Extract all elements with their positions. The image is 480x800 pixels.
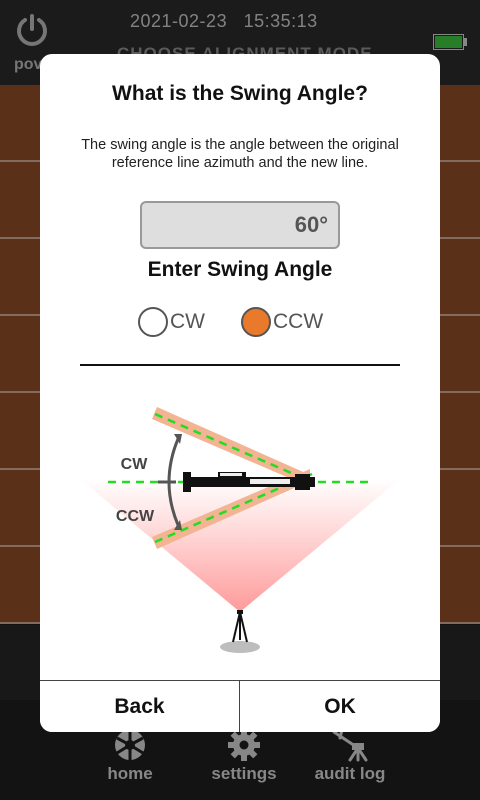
diagram-cw-label: CW	[121, 456, 149, 473]
radio-ccw-label: CCW	[273, 310, 324, 333]
dialog-description: The swing angle is the angle between the…	[81, 137, 399, 171]
dialog-title: What is the Swing Angle?	[112, 82, 368, 105]
dialog-button-row: Back OK	[40, 680, 440, 732]
divider	[80, 364, 400, 366]
diagram-ccw-label: CCW	[116, 508, 155, 525]
radio-cw-label: CW	[170, 310, 205, 333]
ok-button[interactable]: OK	[240, 681, 440, 732]
radio-cw[interactable]: CW	[138, 306, 205, 338]
view-cone	[80, 479, 400, 612]
radio-ccw-circle[interactable]	[241, 307, 271, 337]
tripod-icon	[220, 610, 260, 653]
radio-ccw[interactable]: CCW	[241, 306, 323, 338]
swing-angle-input[interactable]: 60°	[140, 201, 340, 249]
enter-swing-angle-label: Enter Swing Angle	[147, 258, 333, 281]
swing-angle-diagram: CW CCW	[80, 407, 400, 653]
back-button[interactable]: Back	[40, 681, 240, 732]
radio-cw-circle[interactable]	[138, 307, 168, 337]
swing-angle-dialog: What is the Swing Angle? The swing angle…	[40, 54, 440, 732]
